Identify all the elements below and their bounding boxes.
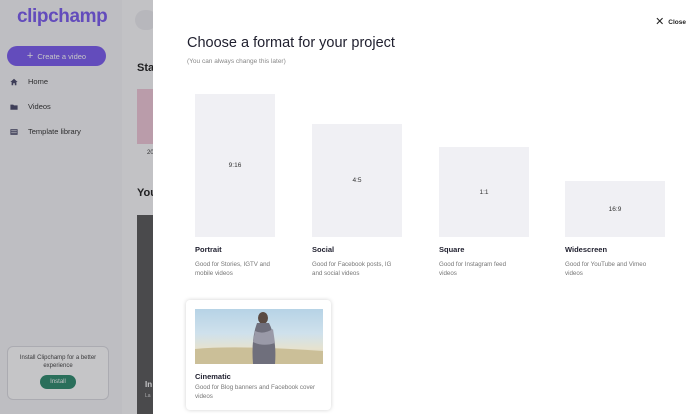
modal-title: Choose a format for your project: [187, 35, 395, 51]
format-description: Good for Facebook posts, IG and social v…: [312, 261, 392, 277]
modal-subtitle: (You can always change this later): [187, 58, 286, 65]
close-button[interactable]: ✕ Close: [655, 17, 686, 28]
person-silhouette-icon: [195, 312, 323, 364]
close-label: Close: [668, 19, 686, 26]
format-name: Square: [439, 245, 465, 254]
format-preview: 1:1: [439, 147, 529, 237]
format-preview: 16:9: [565, 181, 665, 237]
format-description: Good for Stories, IGTV and mobile videos: [195, 261, 270, 277]
format-option-square[interactable]: 1:1 Square Good for Instagram feed video…: [439, 147, 529, 279]
close-icon: ✕: [655, 16, 665, 28]
format-preview: 4:5: [312, 124, 402, 237]
format-name: Widescreen: [565, 245, 608, 254]
format-option-social[interactable]: 4:5 Social Good for Facebook posts, IG a…: [312, 124, 402, 279]
format-name: Social: [312, 245, 335, 254]
format-name: Cinematic: [195, 372, 231, 381]
format-description: Good for Blog banners and Facebook cover…: [195, 384, 316, 400]
cinematic-thumbnail: [195, 309, 323, 364]
format-modal: ✕ Close Choose a format for your project…: [153, 0, 698, 414]
format-description: Good for Instagram feed videos: [439, 261, 507, 277]
format-description: Good for YouTube and Vimeo videos: [565, 261, 647, 277]
format-option-portrait[interactable]: 9:16 Portrait Good for Stories, IGTV and…: [195, 94, 280, 279]
format-option-widescreen[interactable]: 16:9 Widescreen Good for YouTube and Vim…: [565, 181, 665, 279]
format-preview: 9:16: [195, 94, 275, 237]
format-name: Portrait: [195, 245, 222, 254]
format-option-cinematic[interactable]: Cinematic Good for Blog banners and Face…: [186, 300, 331, 410]
